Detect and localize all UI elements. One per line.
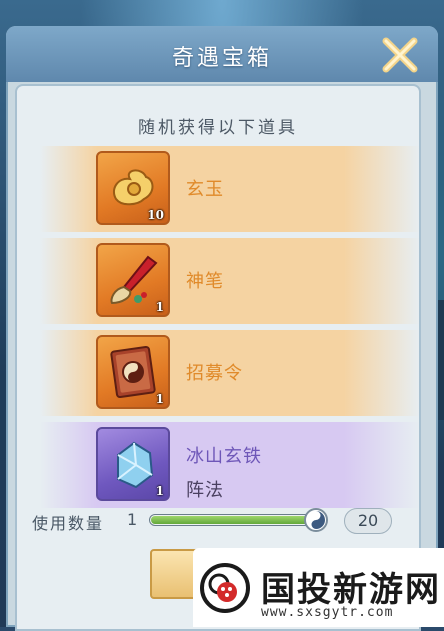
treasure-chest-dialog: 奇遇宝箱 随机获得以下道具 10 玄玉 1 神笔 1 招募令 1 冰山玄铁 阵法… xyxy=(6,26,438,631)
ice-iron-icon xyxy=(117,441,154,489)
reward-item-row: 10 玄玉 xyxy=(40,146,420,232)
reward-item-row: 1 招募令 xyxy=(40,330,420,416)
item-count: 10 xyxy=(147,208,164,222)
quantity-label: 使用数量 xyxy=(32,514,105,533)
brush-icon xyxy=(110,255,158,305)
quantity-slider-fill xyxy=(151,516,319,524)
item-name: 玄玉 xyxy=(186,179,224,200)
dialog-header: 奇遇宝箱 xyxy=(6,26,438,82)
watermark-title: 国投新游网 xyxy=(261,570,441,610)
quantity-slider[interactable] xyxy=(149,514,321,526)
item-name: 神笔 xyxy=(186,271,224,292)
quantity-value: 1 xyxy=(127,510,138,529)
quantity-max-button[interactable]: 20 xyxy=(344,508,392,534)
watermark-url: www.sxsgytr.com xyxy=(261,605,394,620)
item-type-label: 阵法 xyxy=(186,480,224,501)
reward-item-slot[interactable]: 10 xyxy=(96,151,170,225)
reward-item-row: 1 神笔 xyxy=(40,238,420,324)
yin-yang-icon xyxy=(307,511,325,529)
reward-item-row: 1 冰山玄铁 阵法 xyxy=(40,422,420,508)
item-count: 1 xyxy=(155,300,164,314)
reward-item-slot[interactable]: 1 xyxy=(96,427,170,501)
close-button[interactable] xyxy=(382,37,418,73)
item-count: 1 xyxy=(155,484,164,498)
reward-item-slot[interactable]: 1 xyxy=(96,243,170,317)
item-name: 招募令 xyxy=(186,363,243,384)
watermark-logo-icon xyxy=(200,563,250,613)
quantity-slider-knob[interactable] xyxy=(304,508,328,532)
item-name: 冰山玄铁 xyxy=(186,446,262,467)
site-watermark: 国投新游网 www.sxsgytr.com xyxy=(193,548,444,627)
item-count: 1 xyxy=(155,392,164,406)
recruit-book-icon xyxy=(110,345,156,399)
reward-item-slot[interactable]: 1 xyxy=(96,335,170,409)
dialog-title: 奇遇宝箱 xyxy=(171,46,272,71)
dialog-subtitle: 随机获得以下道具 xyxy=(138,118,298,138)
close-icon xyxy=(382,37,418,73)
